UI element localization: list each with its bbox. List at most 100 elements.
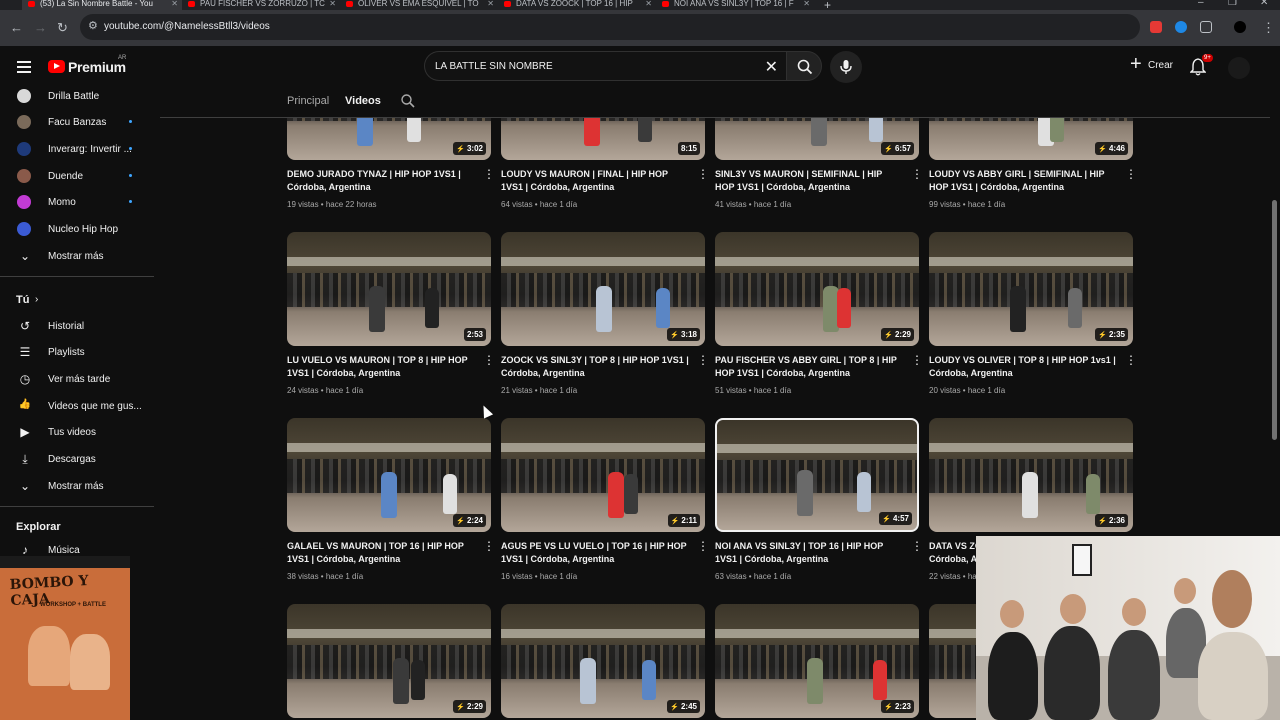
browser-tab[interactable]: PAU FISCHER VS ZORRUZO | TC ✕: [182, 0, 340, 10]
video-metadata: 19 vistas • hace 22 horas: [287, 200, 377, 209]
voice-search-button[interactable]: [830, 51, 862, 83]
more-actions-icon[interactable]: ⋮: [1125, 168, 1137, 180]
search-input[interactable]: LA BATTLE SIN NOMBRE ✕: [424, 51, 786, 81]
thumbnail-dancer: [443, 474, 457, 514]
video-thumbnail[interactable]: ⚡ 4:46: [929, 118, 1133, 160]
video-title[interactable]: ZOOCK VS SINL3Y | TOP 8 | HIP HOP 1VS1 |…: [501, 354, 689, 380]
notifications-button[interactable]: 9+: [1189, 54, 1213, 78]
video-metadata: 16 vistas • hace 1 día: [501, 572, 578, 581]
restore-icon[interactable]: ❐: [1228, 0, 1237, 8]
menu-icon[interactable]: [17, 61, 31, 73]
browser-tab[interactable]: OLIVER VS EMA ESQUIVEL | TO ✕: [340, 0, 498, 10]
video-thumbnail[interactable]: ⚡ 4:57: [715, 418, 919, 532]
video-thumbnail[interactable]: ⚡ 3:18: [501, 232, 705, 346]
extension-icon[interactable]: [1175, 21, 1187, 33]
video-thumbnail[interactable]: ⚡ 2:24: [287, 418, 491, 532]
thumbnail-dancer: [584, 118, 600, 146]
channel-avatar: [17, 89, 31, 103]
clear-search-icon[interactable]: ✕: [765, 57, 778, 77]
account-avatar[interactable]: [1228, 57, 1250, 79]
extension-icon[interactable]: [1150, 21, 1162, 33]
thumbnail-dancer: [656, 288, 670, 328]
video-thumbnail[interactable]: ⚡ 6:57: [715, 118, 919, 160]
new-tab-button[interactable]: +: [824, 0, 831, 10]
scrollbar-thumb[interactable]: [1272, 200, 1277, 440]
video-title[interactable]: SINL3Y VS MAURON | SEMIFINAL | HIP HOP 1…: [715, 168, 903, 194]
video-thumbnail[interactable]: 2:53: [287, 232, 491, 346]
browser-tab[interactable]: DATA VS ZOOCK | TOP 16 | HIP ✕: [498, 0, 656, 10]
video-thumbnail[interactable]: ⚡ 2:35: [929, 232, 1133, 346]
duration-badge: 8:15: [677, 142, 700, 155]
duration-badge: 2:53: [463, 328, 486, 341]
video-thumbnail[interactable]: ⚡ 2:45: [501, 604, 705, 718]
shorts-icon: ⚡: [1098, 146, 1107, 153]
create-button[interactable]: + Crear: [1124, 52, 1182, 80]
thumbnail-wall: [287, 629, 491, 639]
more-actions-icon[interactable]: ⋮: [1125, 354, 1137, 366]
thumbnail-dancer: [638, 118, 652, 142]
video-thumbnail[interactable]: ⚡ 2:23: [715, 604, 919, 718]
thumbnail-dancer: [857, 472, 871, 512]
more-actions-icon[interactable]: ⋮: [697, 168, 709, 180]
video-thumbnail[interactable]: ⚡ 2:29: [287, 604, 491, 718]
video-metadata: 21 vistas • hace 1 día: [501, 386, 578, 395]
channel-search-icon[interactable]: [400, 93, 416, 109]
video-title[interactable]: AGUS PE VS LU VUELO | TOP 16 | HIP HOP 1…: [501, 540, 689, 566]
minimize-icon[interactable]: –: [1198, 0, 1204, 8]
video-title[interactable]: LOUDY VS ABBY GIRL | SEMIFINAL | HIP HOP…: [929, 168, 1117, 194]
shorts-icon: ⚡: [884, 332, 893, 339]
url-field[interactable]: ⚙ youtube.com/@NamelessBtll3/videos: [80, 14, 1140, 40]
reload-icon[interactable]: ↻: [57, 20, 68, 36]
profile-icon[interactable]: [1234, 21, 1246, 33]
close-window-icon[interactable]: ✕: [1260, 0, 1268, 8]
tab-videos[interactable]: Videos: [345, 95, 381, 107]
more-actions-icon[interactable]: ⋮: [697, 540, 709, 552]
browser-tab[interactable]: (53) La Sin Nombre Battle - You ✕: [22, 0, 182, 10]
video-thumbnail[interactable]: 8:15: [501, 118, 705, 160]
person-head: [1060, 594, 1086, 624]
more-actions-icon[interactable]: ⋮: [483, 540, 495, 552]
forward-icon[interactable]: →: [34, 20, 47, 35]
video-title[interactable]: PAU FISCHER VS ABBY GIRL | TOP 8 | HIP H…: [715, 354, 903, 380]
browser-tab[interactable]: NOI ANA VS SINL3Y | TOP 16 | F ✕: [656, 0, 814, 10]
video-thumbnail[interactable]: ⚡ 2:29: [715, 232, 919, 346]
video-title[interactable]: NOI ANA VS SINL3Y | TOP 16 | HIP HOP 1VS…: [715, 540, 903, 566]
back-icon[interactable]: ←: [10, 20, 23, 35]
video-title[interactable]: DEMO JURADO TYNAZ | HIP HOP 1VS1 | Córdo…: [287, 168, 475, 194]
thumbnail-wall: [287, 257, 491, 267]
more-actions-icon[interactable]: ⋮: [911, 354, 923, 366]
more-actions-icon[interactable]: ⋮: [697, 354, 709, 366]
extensions-puzzle-icon[interactable]: [1200, 21, 1212, 33]
youtube-favicon-icon: [188, 1, 195, 7]
browser-menu-icon[interactable]: ⋮: [1262, 20, 1275, 36]
sidebar-item-subscription[interactable]: Drilla Battle: [0, 83, 154, 109]
video-title[interactable]: LU VUELO VS MAURON | TOP 8 | HIP HOP 1VS…: [287, 354, 475, 380]
video-title[interactable]: GALAEL VS MAURON | TOP 16 | HIP HOP 1VS1…: [287, 540, 475, 566]
thumbnail-dancer: [642, 660, 656, 700]
thumbnail-crowd: [715, 273, 919, 308]
tab-home[interactable]: Principal: [287, 95, 329, 107]
close-tab-icon[interactable]: ✕: [329, 0, 336, 8]
video-thumbnail[interactable]: ⚡ 3:02: [287, 118, 491, 160]
more-actions-icon[interactable]: ⋮: [911, 540, 923, 552]
search-button[interactable]: [786, 51, 822, 81]
more-actions-icon[interactable]: ⋮: [483, 168, 495, 180]
thumbnail-wall: [501, 629, 705, 639]
thumbnail-dancer: [1010, 286, 1026, 332]
close-tab-icon[interactable]: ✕: [803, 0, 810, 8]
duration-badge: ⚡ 2:45: [667, 700, 700, 713]
thumbnail-crowd: [501, 459, 705, 494]
video-thumbnail[interactable]: ⚡ 2:36: [929, 418, 1133, 532]
close-tab-icon[interactable]: ✕: [171, 0, 178, 8]
more-actions-icon[interactable]: ⋮: [483, 354, 495, 366]
video-title[interactable]: LOUDY VS OLIVER | TOP 8 | HIP HOP 1vs1 |…: [929, 354, 1117, 380]
thumbnail-dancer: [608, 472, 624, 518]
more-actions-icon[interactable]: ⋮: [911, 168, 923, 180]
site-info-icon[interactable]: ⚙: [88, 19, 98, 32]
duration-badge: ⚡ 2:36: [1095, 514, 1128, 527]
person: [1108, 630, 1160, 720]
close-tab-icon[interactable]: ✕: [487, 0, 494, 8]
video-thumbnail[interactable]: ⚡ 2:11: [501, 418, 705, 532]
video-title[interactable]: LOUDY VS MAURON | FINAL | HIP HOP 1VS1 |…: [501, 168, 689, 194]
close-tab-icon[interactable]: ✕: [645, 0, 652, 8]
